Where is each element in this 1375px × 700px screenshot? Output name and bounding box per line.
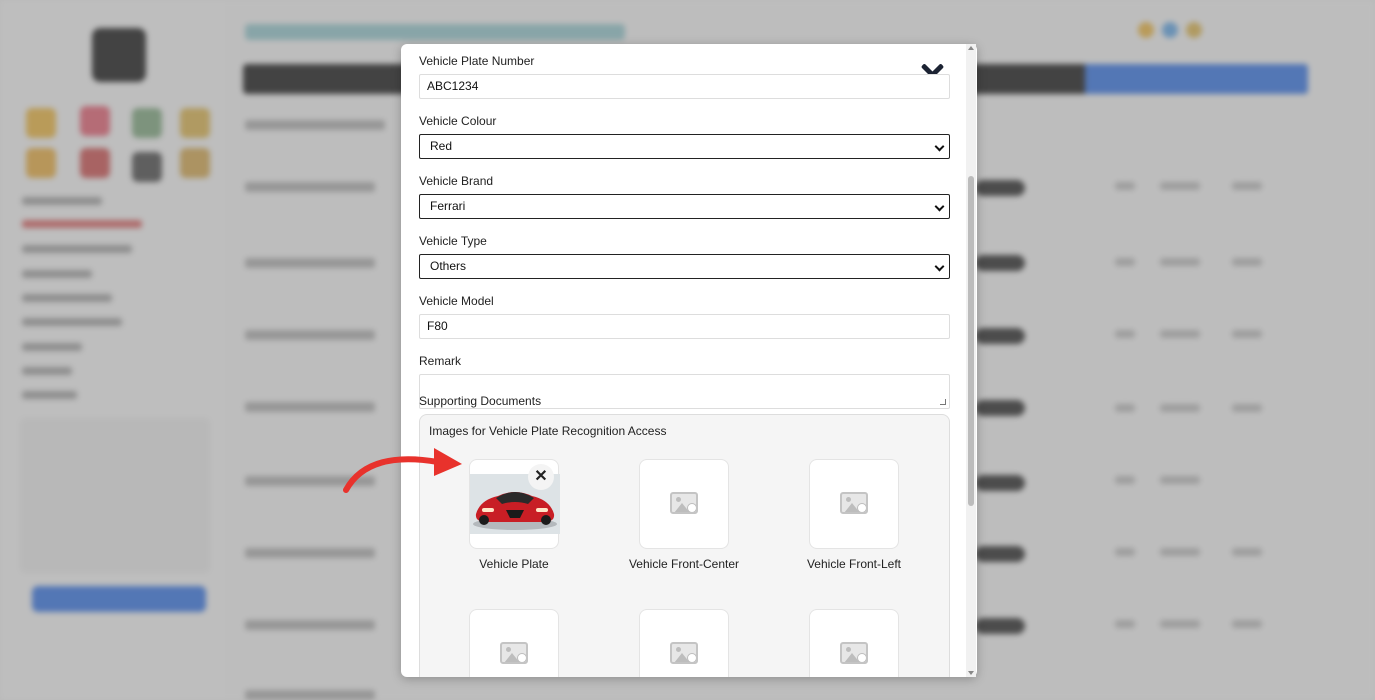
add-photo-icon [840,492,868,514]
supporting-documents-label: Supporting Documents [419,394,542,408]
brand-select[interactable]: Ferrari [419,194,950,219]
vehicle-plate-upload[interactable]: ✕ [469,459,560,549]
type-select-value: Others [430,259,467,273]
colour-label: Vehicle Colour [419,114,497,128]
chevron-down-icon [934,201,945,212]
type-select[interactable]: Others [419,254,950,279]
vehicle-form: Vehicle Plate Number ABC1234 Vehicle Col… [419,54,950,677]
vehicle-registration-modal: Vehicle Plate Number ABC1234 Vehicle Col… [401,44,977,677]
chevron-down-icon [934,261,945,272]
colour-select-value: Red [430,139,453,153]
brand-group: Vehicle Brand Ferrari [419,174,950,219]
plate-group: Vehicle Plate Number ABC1234 [419,54,950,99]
add-photo-icon [840,642,868,664]
image-upload-slot[interactable] [469,609,559,677]
documents-box-title: Images for Vehicle Plate Recognition Acc… [429,424,667,438]
scroll-down-icon[interactable] [968,671,974,675]
plate-label: Vehicle Plate Number [419,54,535,68]
plate-input[interactable]: ABC1234 [419,74,950,99]
scroll-thumb[interactable] [968,176,974,506]
scroll-up-icon[interactable] [968,46,974,50]
model-label: Vehicle Model [419,294,494,308]
vehicle-front-center-upload[interactable] [639,459,729,549]
model-group: Vehicle Model F80 [419,294,950,339]
add-photo-icon [670,492,698,514]
image-upload-slot[interactable] [639,609,729,677]
add-photo-icon [670,642,698,664]
image-upload-slot[interactable] [809,609,899,677]
remark-label: Remark [419,354,462,368]
modal-scrollbar[interactable] [966,44,976,677]
add-photo-icon [500,642,528,664]
chevron-down-icon [934,141,945,152]
slot-caption: Vehicle Front-Left [806,557,902,571]
vehicle-front-left-upload[interactable] [809,459,899,549]
model-input[interactable]: F80 [419,314,950,339]
brand-label: Vehicle Brand [419,174,494,188]
slot-caption: Vehicle Front-Center [628,557,740,571]
supporting-documents-box: Images for Vehicle Plate Recognition Acc… [419,414,950,677]
resize-handle[interactable] [940,399,946,405]
remove-image-icon[interactable]: ✕ [528,464,554,490]
colour-select[interactable]: Red [419,134,950,159]
type-group: Vehicle Type Others [419,234,950,279]
brand-select-value: Ferrari [430,199,466,213]
colour-group: Vehicle Colour Red [419,114,950,159]
type-label: Vehicle Type [419,234,487,248]
slot-caption: Vehicle Plate [479,557,549,571]
red-curved-arrow-icon [338,440,468,500]
